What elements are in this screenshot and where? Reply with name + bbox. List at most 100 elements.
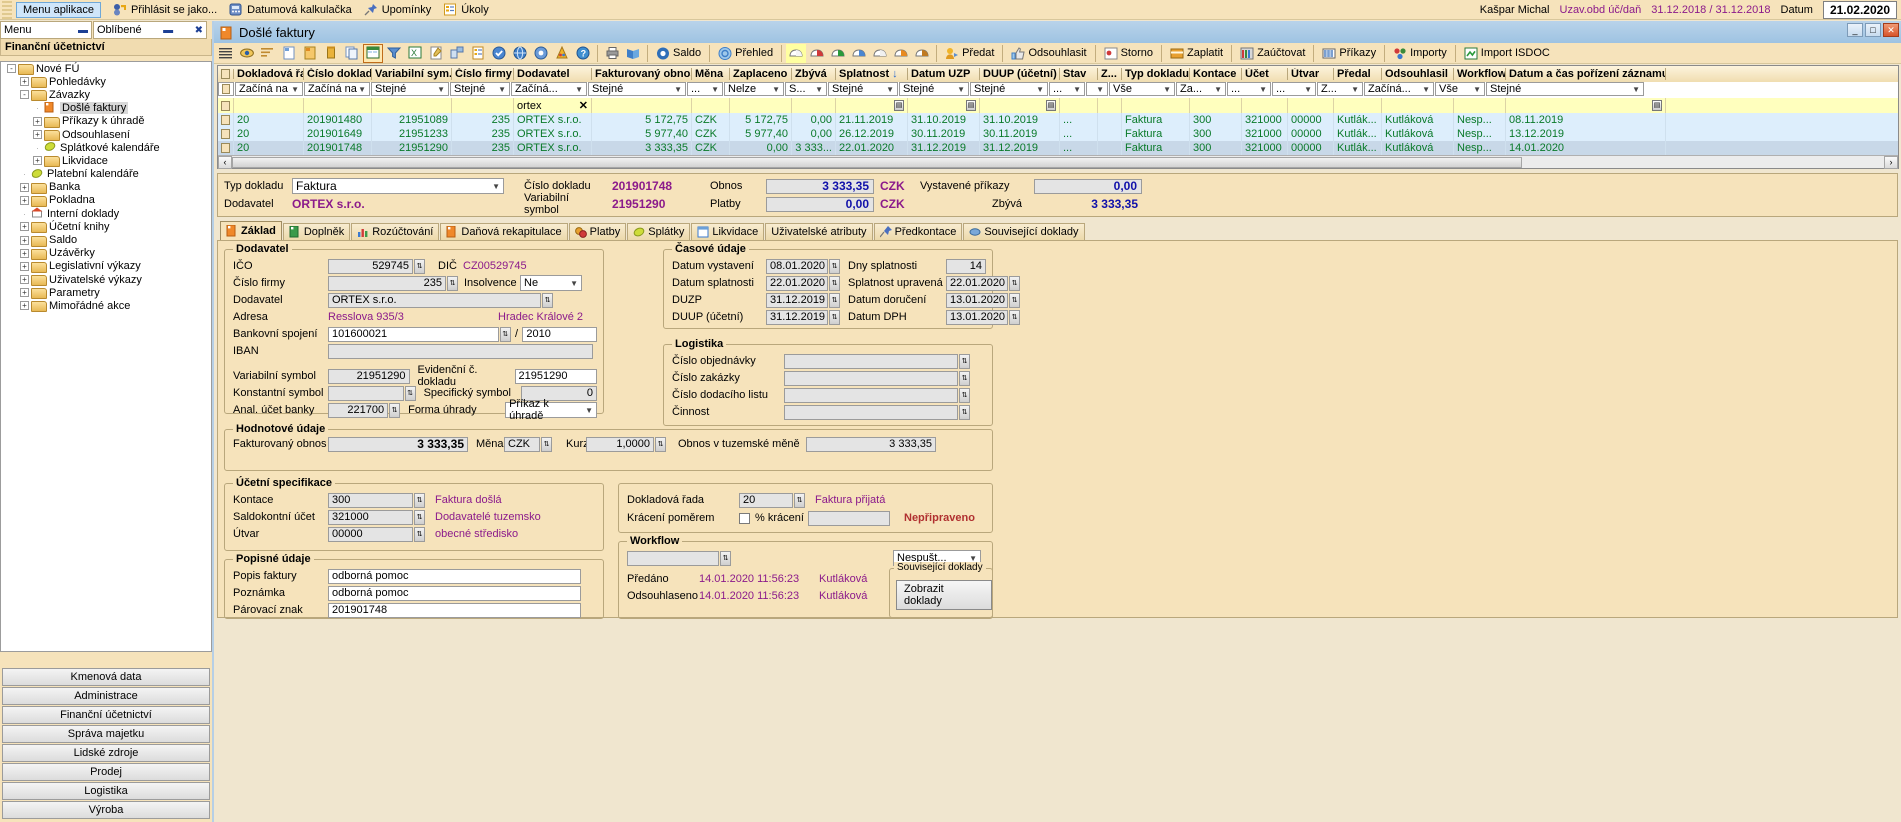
delete-icon[interactable]	[321, 44, 341, 63]
module-button-5[interactable]: Prodej	[2, 763, 210, 781]
tree-expander[interactable]: +	[20, 236, 29, 245]
grid-search-cell-17[interactable]	[1288, 98, 1334, 113]
casove-field2[interactable]: 13.01.2020	[946, 310, 1008, 325]
casove-field[interactable]: 08.01.2020	[766, 259, 828, 274]
grid-search-cell-18[interactable]	[1334, 98, 1382, 113]
cislo-firmy-field[interactable]: 235	[328, 276, 446, 291]
date-picker-icon[interactable]: ▤	[894, 100, 904, 111]
window-maximize-button[interactable]: □	[1865, 23, 1881, 37]
kraceni-pct-field[interactable]	[808, 511, 890, 526]
tree-expander[interactable]: +	[20, 222, 29, 231]
grid-search-cell-16[interactable]	[1242, 98, 1288, 113]
menu-aplikace-button[interactable]: Menu aplikace	[16, 2, 101, 18]
appbar-item-upominky[interactable]: Upomínky	[364, 3, 432, 16]
tab-platby[interactable]: Platby	[569, 223, 627, 240]
sidebar-item-17[interactable]: +Parametry	[1, 286, 211, 299]
grid-column-header-0[interactable]: Dokladová řada	[234, 68, 304, 80]
bankovni-kod-field[interactable]: 2010	[522, 327, 597, 342]
book-icon[interactable]	[623, 44, 643, 63]
sidebar-item-3[interactable]: ·Došlé faktury	[1, 102, 211, 115]
grid-filter-select-16[interactable]: ...▼	[1227, 82, 1271, 96]
module-button-6[interactable]: Logistika	[2, 782, 210, 800]
grid-search-cell-15[interactable]	[1190, 98, 1242, 113]
insolvence-select[interactable]: Ne ▼	[520, 275, 582, 291]
tree-expander[interactable]: +	[20, 275, 29, 284]
sidebar-item-12[interactable]: +Účetní knihy	[1, 220, 211, 233]
note-icon[interactable]	[426, 44, 446, 63]
grid-search-cell-20[interactable]	[1454, 98, 1506, 113]
bankovni-ucet-field[interactable]: 101600021	[328, 327, 499, 342]
table-row[interactable]: 2020190174821951290235ORTEX s.r.o.3 333,…	[218, 141, 1898, 155]
ks-spinner[interactable]: ⇅	[405, 386, 416, 401]
workflow-field[interactable]	[627, 551, 719, 566]
tree-expander[interactable]: +	[20, 249, 29, 258]
grid-filter-select-12[interactable]: ...▼	[1049, 82, 1085, 96]
grid-filter-select-1[interactable]: Začíná na▼	[304, 82, 370, 96]
typ-dokladu-select[interactable]: Faktura ▼	[292, 178, 504, 194]
konstantni-symbol-field[interactable]	[328, 386, 404, 401]
minimize-icon[interactable]: ▬	[74, 25, 88, 36]
toolbar-action-4[interactable]: Zaúčtovat	[1236, 44, 1309, 63]
grid-column-header-4[interactable]: Dodavatel	[514, 68, 592, 80]
grid-filter-select-17[interactable]: ...▼	[1272, 82, 1316, 96]
ico-field[interactable]: 529745	[328, 259, 413, 274]
kontace-field[interactable]: 300	[328, 493, 413, 508]
appbar-item-ukoly[interactable]: Úkoly	[443, 3, 489, 16]
state-orange-icon[interactable]	[891, 44, 911, 63]
module-button-4[interactable]: Lidské zdroje	[2, 744, 210, 762]
grid-search-cell-21[interactable]: ▤	[1506, 98, 1666, 113]
dodavatel-field[interactable]: ORTEX s.r.o.	[328, 293, 541, 308]
saldokontni-spinner[interactable]: ⇅	[414, 510, 425, 525]
sidebar-item-0[interactable]: -Nové FÚ	[1, 62, 211, 75]
tree-expander[interactable]: +	[33, 156, 42, 165]
state-red-icon[interactable]	[807, 44, 827, 63]
color-icon[interactable]	[552, 44, 572, 63]
tree-expander[interactable]: +	[33, 130, 42, 139]
grid-search-cell-14[interactable]	[1122, 98, 1190, 113]
tab-p-edkontace[interactable]: Předkontace	[874, 223, 963, 240]
grid-filter-select-13[interactable]: ▼	[1086, 82, 1108, 96]
logistika-field[interactable]	[784, 405, 958, 420]
grid-column-header-3[interactable]: Číslo firmy	[452, 68, 514, 80]
module-button-3[interactable]: Správa majetku	[2, 725, 210, 743]
casove-field[interactable]: 31.12.2019	[766, 310, 828, 325]
parovaci-znak-field[interactable]: 201901748	[328, 603, 581, 618]
poznamka-field[interactable]: odborná pomoc	[328, 586, 581, 601]
iban-field[interactable]	[328, 344, 593, 359]
sidebar-item-11[interactable]: ·Interní doklady	[1, 207, 211, 220]
sidebar-item-5[interactable]: +Odsouhlasení	[1, 128, 211, 141]
sidebar-item-13[interactable]: +Saldo	[1, 233, 211, 246]
tab-likvidace[interactable]: Likvidace	[691, 223, 764, 240]
sidebar-item-10[interactable]: +Pokladna	[1, 194, 211, 207]
grid-filter-select-15[interactable]: Za...▼	[1176, 82, 1226, 96]
grid-column-header-2[interactable]: Variabilní sym...	[372, 68, 452, 80]
grid-column-header-17[interactable]: Útvar	[1288, 68, 1334, 80]
logistika-spinner[interactable]: ⇅	[959, 388, 970, 403]
tree-expander[interactable]: -	[20, 90, 29, 99]
tab-spl-tky[interactable]: Splátky	[627, 223, 690, 240]
sidebar-item-8[interactable]: ·Platební kalendáře	[1, 168, 211, 181]
tab-roz-tov-n-[interactable]: Rozúčtování	[351, 223, 439, 240]
grid-search-cell-2[interactable]	[372, 98, 452, 113]
grid-horizontal-scrollbar[interactable]: ‹ ›	[218, 155, 1898, 168]
grid-filter-select-11[interactable]: Stejné▼	[970, 82, 1048, 96]
kraceni-checkbox[interactable]	[739, 513, 750, 524]
sidebar-item-6[interactable]: ·Splátkové kalendáře	[1, 141, 211, 154]
casove-spinner[interactable]: ⇅	[829, 276, 840, 291]
layout-icon[interactable]	[447, 44, 467, 63]
toolbar-action-3[interactable]: Zaplatit	[1166, 44, 1227, 63]
appbar-item-prihlasit[interactable]: Přihlásit se jako...	[113, 3, 217, 16]
casove-spinner[interactable]: ⇅	[829, 259, 840, 274]
kurz-field[interactable]: 1,0000	[586, 437, 654, 452]
filter-icon[interactable]	[384, 44, 404, 63]
row-select-checkbox[interactable]	[218, 82, 234, 96]
popis-faktury-field[interactable]: odborná pomoc	[328, 569, 581, 584]
casove-spinner2[interactable]: ⇅	[1009, 276, 1020, 291]
grid-column-header-14[interactable]: Typ dokladu	[1122, 68, 1190, 80]
grid-filter-select-0[interactable]: Začíná na▼	[235, 82, 303, 96]
casove-spinner2[interactable]: ⇅	[1009, 310, 1020, 325]
print-icon[interactable]	[602, 44, 622, 63]
tree-expander[interactable]: +	[20, 262, 29, 271]
tab-z-klad[interactable]: Základ	[220, 221, 282, 240]
fakturovany-obnos-field[interactable]: 3 333,35	[328, 437, 468, 452]
